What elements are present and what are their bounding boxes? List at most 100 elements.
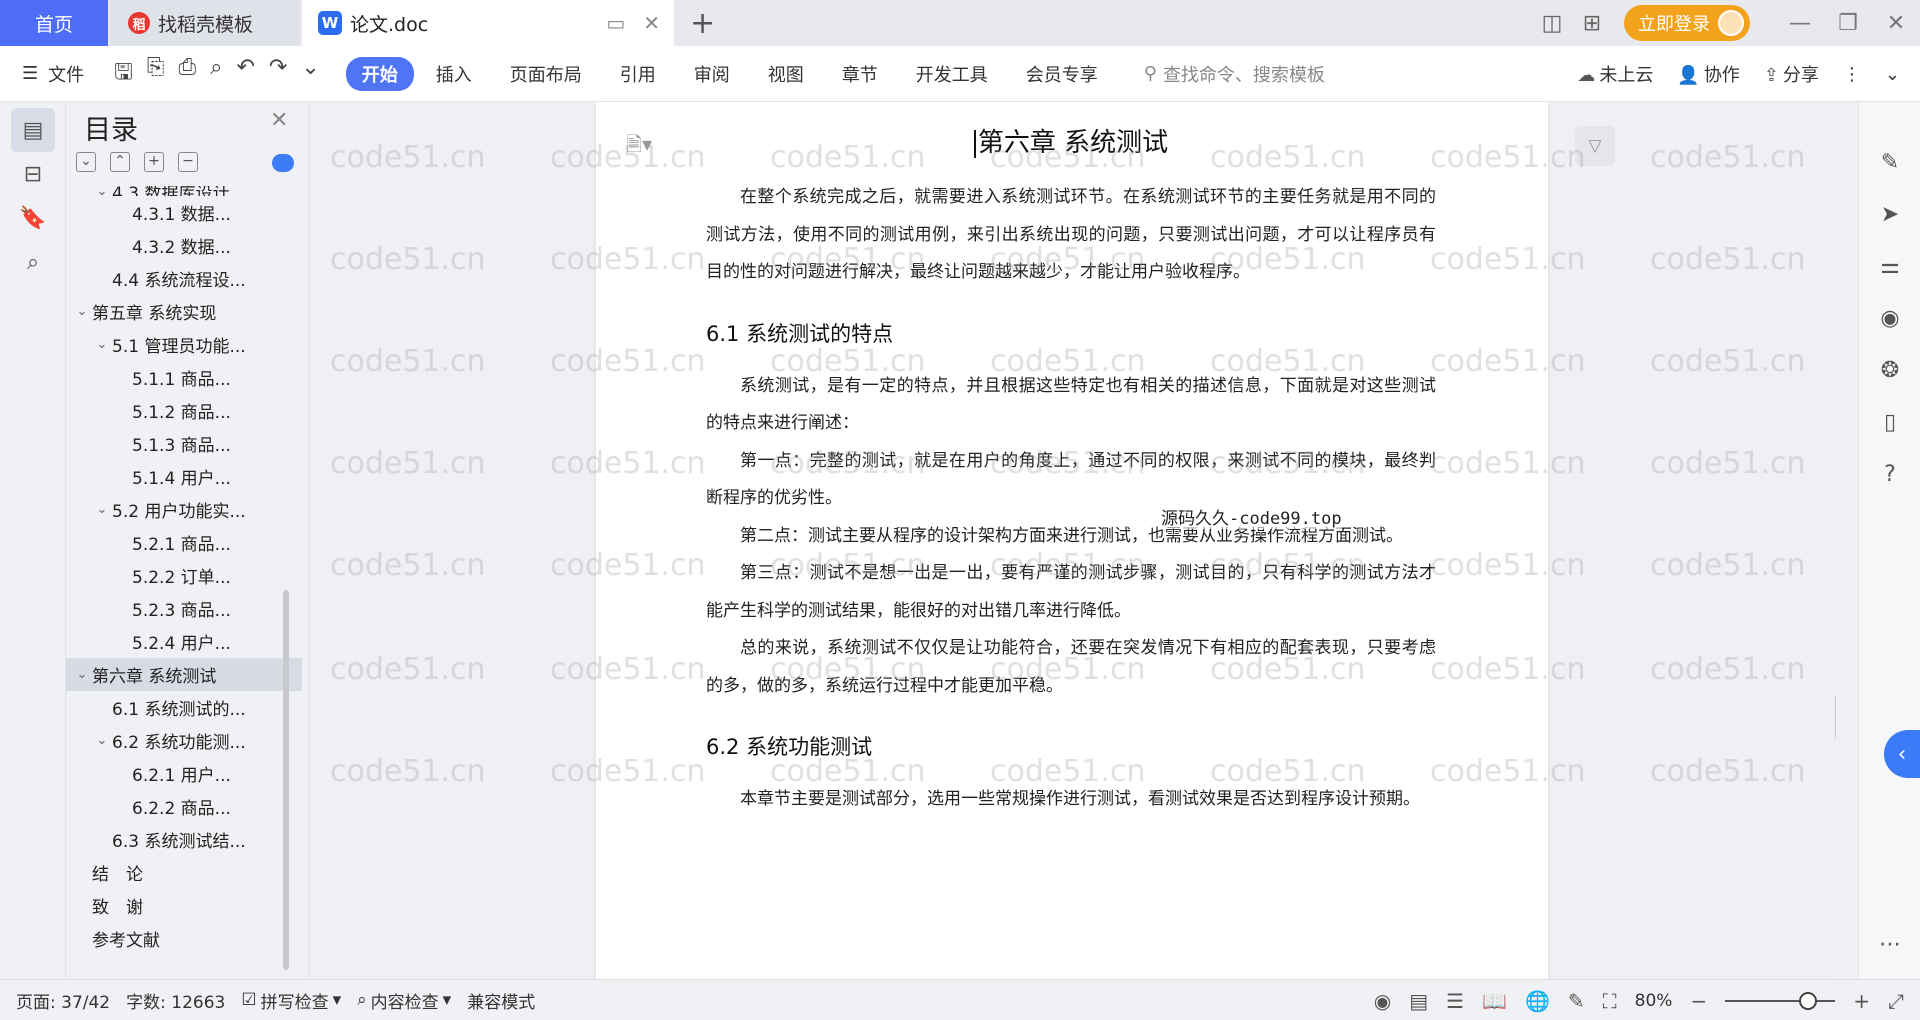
more-dots-icon[interactable]: ⋯ [1875,932,1905,957]
toc-item[interactable]: 5.1.4 用户... [66,460,302,493]
toc-item[interactable]: 参考文献 [66,922,302,955]
export-icon[interactable]: ⎘ [147,55,165,93]
zoom-slider-knob[interactable] [1799,991,1818,1010]
page-menu-icon[interactable]: 🗎▾ [626,130,652,164]
toc-item[interactable]: 5.1.2 商品... [66,394,302,427]
spell-check-button[interactable]: ☑ 拼写检查 ▾ [241,988,341,1013]
toc-nav-icon[interactable]: ▤ [11,108,55,152]
tab-daoke-templates[interactable]: 稻 找稻壳模板 [110,0,300,46]
toc-item[interactable]: 结 论 [66,856,302,889]
side-filter-icon[interactable]: ▽ [1575,126,1615,166]
web-view-icon[interactable]: 🌐 [1525,989,1550,1013]
outline-view-icon[interactable]: ☰ [1446,989,1464,1013]
chevron-down-icon[interactable]: ⌄ [92,186,112,196]
new-tab-icon[interactable]: + [690,6,715,41]
collab-button[interactable]: 👤 协作 [1677,61,1739,87]
ribbon-tab[interactable]: 开发工具 [900,57,1004,91]
book-icon[interactable]: ▯ [1875,410,1905,435]
toc-item[interactable]: ⌄ 5.1 管理员功能... [66,328,302,361]
toc-item[interactable]: ⌄ 第六章 系统测试 [66,658,302,691]
toc-item[interactable]: 5.2.2 订单... [66,559,302,592]
zoom-out-icon[interactable]: − [1690,989,1707,1013]
ribbon-tab[interactable]: 插入 [420,57,488,91]
adjust-icon[interactable]: ⚌ [1875,254,1905,279]
expand-down-icon[interactable]: ⌄ [76,152,96,172]
spark-icon[interactable]: ❂ [1875,358,1905,383]
tab-document[interactable]: W 论文.doc ▭ ✕ [302,0,674,46]
zoom-slider[interactable] [1725,991,1836,1010]
toc-item[interactable]: 5.1.3 商品... [66,427,302,460]
zoom-level[interactable]: 80% [1635,991,1673,1011]
close-tab-icon[interactable]: ✕ [643,11,660,35]
close-icon[interactable]: ✕ [270,108,288,133]
ribbon-tab[interactable]: 审阅 [678,57,746,91]
toc-item[interactable]: ⌄ 6.2 系统功能测... [66,724,302,757]
ribbon-tab[interactable]: 会员专享 [1010,57,1114,91]
bookmark-icon[interactable]: 🔖 [11,196,55,240]
pointer-icon[interactable]: ➤ [1875,202,1905,227]
print-icon[interactable]: ⎙ [179,55,197,93]
layout-toggle-icon[interactable]: ◫ [1532,11,1572,36]
tab-home[interactable]: 首页 [0,0,108,46]
toc-item[interactable]: 6.2.1 用户... [66,757,302,790]
toc-item[interactable]: 6.3 系统测试结... [66,823,302,856]
ribbon-tab[interactable]: 页面布局 [494,57,598,91]
zoom-in-icon[interactable]: + [1853,989,1870,1013]
chevron-down-icon[interactable]: ⌄ [92,337,112,352]
add-heading-icon[interactable]: + [144,152,164,172]
chevron-down-icon[interactable]: ⌄ [72,667,92,682]
toc-scrollbar[interactable] [283,590,289,970]
toc-item[interactable]: 5.2.3 商品... [66,592,302,625]
save-icon[interactable]: 🖫 [114,55,133,93]
minimize-icon[interactable]: — [1776,11,1824,36]
toc-item[interactable]: ⌄ 5.2 用户功能实... [66,493,302,526]
help-icon[interactable]: ? [1875,462,1905,487]
chevron-down-icon[interactable]: ⌄ [72,304,92,319]
chapter-nav-icon[interactable]: ⊟ [11,152,55,196]
cloud-status-button[interactable]: ☁ 未上云 [1577,61,1653,87]
toc-item[interactable]: 4.4 系统流程设... [66,262,302,295]
redo-icon[interactable]: ↷ [269,55,287,93]
restore-icon[interactable]: ❐ [1824,11,1872,36]
more-icon[interactable]: ⋮ [1843,64,1861,85]
remove-heading-icon[interactable]: − [178,152,198,172]
ribbon-tab[interactable]: 引用 [604,57,672,91]
file-menu[interactable]: ☰ 文件 [22,61,84,87]
login-button[interactable]: 立即登录 [1624,5,1750,41]
toc-item[interactable]: 5.2.4 用户... [66,625,302,658]
read-view-icon[interactable]: 📖 [1482,989,1507,1013]
page-view-icon[interactable]: ▤ [1409,989,1428,1013]
content-check-button[interactable]: ⌕ 内容检查 ▾ [357,988,451,1013]
toc-item[interactable]: 致 谢 [66,889,302,922]
word-count[interactable]: 字数: 12663 [126,988,225,1013]
fit-page-icon[interactable]: ⛶ [1603,989,1617,1013]
toc-item[interactable]: 6.2.2 商品... [66,790,302,823]
ribbon-tab[interactable]: 章节 [826,57,894,91]
collapse-up-icon[interactable]: ⌃ [110,152,130,172]
toc-item[interactable]: 5.1.1 商品... [66,361,302,394]
find-icon[interactable]: ⌕ [11,240,55,284]
toc-item[interactable]: 5.2.1 商品... [66,526,302,559]
toc-item[interactable]: 4.3.2 数据... [66,229,302,262]
doc-scrollbar-thumb[interactable] [1835,692,1836,742]
eye-protect-icon[interactable]: ◉ [1374,989,1391,1013]
print-preview-icon[interactable]: ⌕ [210,55,222,93]
toc-item[interactable]: ⌄ 4.3 数据库设计 [66,186,302,196]
toc-item[interactable]: ⌄ 第五章 系统实现 [66,295,302,328]
ai-icon[interactable]: ◉ [1875,306,1905,331]
toc-item[interactable]: 6.1 系统测试的... [66,691,302,724]
ribbon-tab[interactable]: 开始 [345,56,414,91]
ribbon-tab[interactable]: 视图 [752,57,820,91]
chevron-down-icon[interactable]: ⌄ [92,502,112,517]
undo-icon[interactable]: ↶ [236,55,254,93]
toc-settings-icon[interactable] [272,154,294,172]
share-button[interactable]: ⇪ 分享 [1764,61,1819,87]
collapse-ribbon-icon[interactable]: ⌄ [1885,64,1900,85]
command-search[interactable]: ⚲ 查找命令、搜索模板 [1144,61,1325,87]
write-view-icon[interactable]: ✎ [1568,989,1585,1013]
toc-item[interactable]: 4.3.1 数据... [66,196,302,229]
chevron-down-icon[interactable]: ⌄ [92,733,112,748]
pen-icon[interactable]: ✎ [1875,150,1905,175]
apps-grid-icon[interactable]: ⊞ [1572,11,1612,36]
customize-dropdown-icon[interactable]: ⌄ [301,55,319,93]
